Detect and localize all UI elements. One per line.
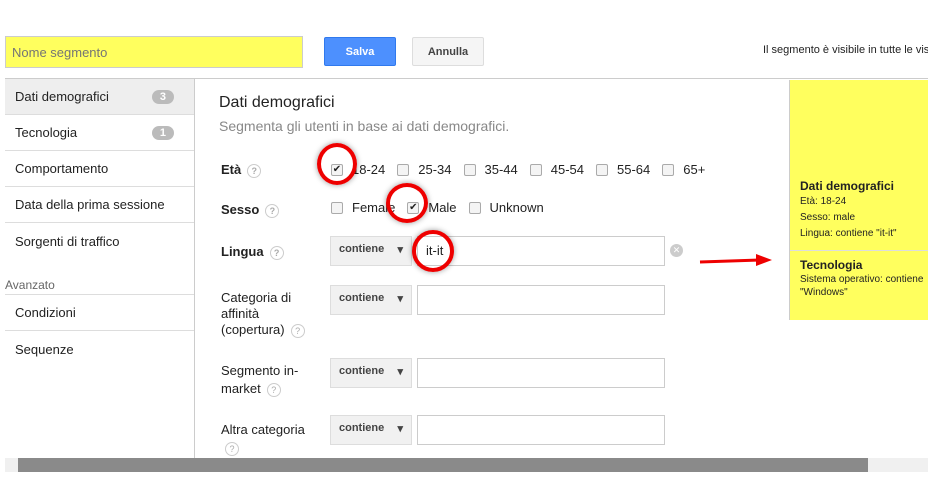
affinity-input[interactable]	[417, 285, 665, 315]
save-button[interactable]: Salva	[324, 37, 396, 66]
summary-line: Sistema operativo: contiene "Windows"	[800, 274, 924, 298]
section-subtitle: Segmenta gli utenti in base ai dati demo…	[219, 118, 510, 134]
age-options: ✔ 18-24 25-34 35-44 45-54 55-64 65+	[331, 162, 717, 177]
checkbox-45-54[interactable]: 45-54	[529, 162, 584, 177]
sex-label: Sesso?	[221, 202, 280, 218]
label: Comportamento	[15, 161, 109, 176]
label: Tecnologia	[15, 125, 78, 140]
checkbox-icon[interactable]	[463, 163, 476, 176]
help-icon[interactable]: ?	[247, 163, 262, 178]
sidebar: Dati demografici 3 Tecnologia 1 Comportame…	[5, 79, 195, 459]
count-badge: 1	[151, 125, 174, 140]
sidebar-item-traffic-sources[interactable]: Sorgenti di traffico	[5, 223, 194, 259]
language-operator-select[interactable]: contiene ▾	[330, 236, 412, 266]
checkbox-icon[interactable]	[596, 163, 608, 176]
dropdown-arrow-icon: ▾	[397, 244, 403, 256]
segment-name-input[interactable]	[5, 36, 303, 68]
label: Dati demografici	[15, 89, 109, 104]
scrollbar-thumb[interactable]	[18, 458, 868, 472]
summary-demographics: Dati demografici Età: 18-24 Sesso: male …	[790, 178, 928, 242]
summary-title: Tecnologia	[800, 258, 863, 272]
checkbox-label: 35-44	[484, 162, 518, 177]
label: Sequenze	[15, 341, 74, 357]
affinity-label: Categoria di affinità (copertura)?	[221, 290, 311, 338]
checkbox-25-34[interactable]: 25-34	[397, 162, 452, 177]
checkbox-label: 65+	[683, 162, 706, 177]
checkbox-icon[interactable]	[397, 163, 410, 176]
sidebar-item-technology[interactable]: Tecnologia 1	[5, 115, 194, 151]
sex-options: Female ✔ Male Unknown	[331, 200, 556, 215]
sidebar-item-conditions[interactable]: Condizioni	[5, 295, 194, 331]
help-icon[interactable]: ?	[266, 382, 281, 397]
affinity-operator-select[interactable]: contiene ▾	[330, 285, 412, 315]
checkbox-label: Male	[428, 200, 457, 215]
red-arrow-icon	[699, 254, 772, 266]
cancel-button[interactable]: Annulla	[412, 37, 484, 66]
label: Data della prima sessione	[15, 197, 165, 212]
inmarket-input[interactable]	[417, 358, 665, 388]
checkbox-label: 25-34	[418, 162, 452, 177]
inmarket-operator-select[interactable]: contiene ▾	[330, 358, 412, 388]
summary-technology: Tecnologia Sistema operativo: contiene "…	[790, 257, 928, 299]
other-category-label: Altra categoria?	[221, 422, 305, 456]
checkbox-65+[interactable]: 65+	[662, 162, 705, 177]
label: Sorgenti di traffico	[15, 233, 120, 249]
checkbox-icon[interactable]	[331, 201, 343, 214]
annotation-circle	[317, 143, 357, 185]
label: Condizioni	[15, 305, 76, 320]
checkbox-label: 55-64	[617, 162, 651, 177]
sidebar-item-demographics[interactable]: Dati demografici 3	[5, 79, 194, 115]
help-icon[interactable]: ?	[269, 245, 284, 260]
segment-summary-panel: Dati demografici Età: 18-24 Sesso: male …	[789, 80, 928, 320]
summary-line: Età: 18-24	[800, 196, 847, 207]
annotation-circle	[412, 230, 454, 272]
annotation-circle	[386, 183, 428, 223]
help-icon[interactable]: ?	[290, 323, 305, 338]
language-label: Lingua?	[221, 244, 284, 260]
language-input[interactable]: it-it	[417, 236, 665, 266]
clear-icon[interactable]: ✕	[670, 244, 683, 257]
advanced-heading: Avanzato	[5, 259, 194, 295]
summary-line: Lingua: contiene "it-it"	[800, 228, 897, 239]
visibility-text: Il segmento è visibile in tutte le vis	[763, 44, 928, 56]
sidebar-item-first-session[interactable]: Data della prima sessione	[5, 187, 194, 223]
other-category-input[interactable]	[417, 415, 665, 445]
dropdown-arrow-icon: ▾	[397, 366, 403, 378]
checkbox-label: Unknown	[489, 200, 544, 215]
summary-line: Sesso: male	[800, 212, 856, 223]
help-icon[interactable]: ?	[225, 441, 239, 456]
section-title: Dati demografici	[219, 94, 335, 111]
help-icon[interactable]: ?	[265, 203, 280, 218]
inmarket-label: Segmento in-market?	[221, 363, 299, 397]
summary-title: Dati demografici	[800, 179, 895, 193]
checkbox-label: 45-54	[550, 162, 584, 177]
dropdown-arrow-icon: ▾	[397, 293, 403, 305]
sidebar-item-sequences[interactable]: Sequenze	[5, 331, 194, 367]
count-badge: 3	[151, 89, 174, 104]
sidebar-item-behavior[interactable]: Comportamento	[5, 151, 194, 187]
checkbox-icon[interactable]	[662, 163, 675, 176]
checkbox-unknown[interactable]: Unknown	[468, 200, 544, 215]
other-operator-select[interactable]: contiene ▾	[330, 415, 412, 445]
checkbox-icon[interactable]	[529, 163, 542, 176]
checkbox-icon[interactable]	[468, 201, 481, 214]
dropdown-arrow-icon: ▾	[397, 423, 403, 435]
age-label: Età?	[221, 162, 262, 178]
checkbox-35-44[interactable]: 35-44	[463, 162, 518, 177]
checkbox-55-64[interactable]: 55-64	[596, 162, 650, 177]
